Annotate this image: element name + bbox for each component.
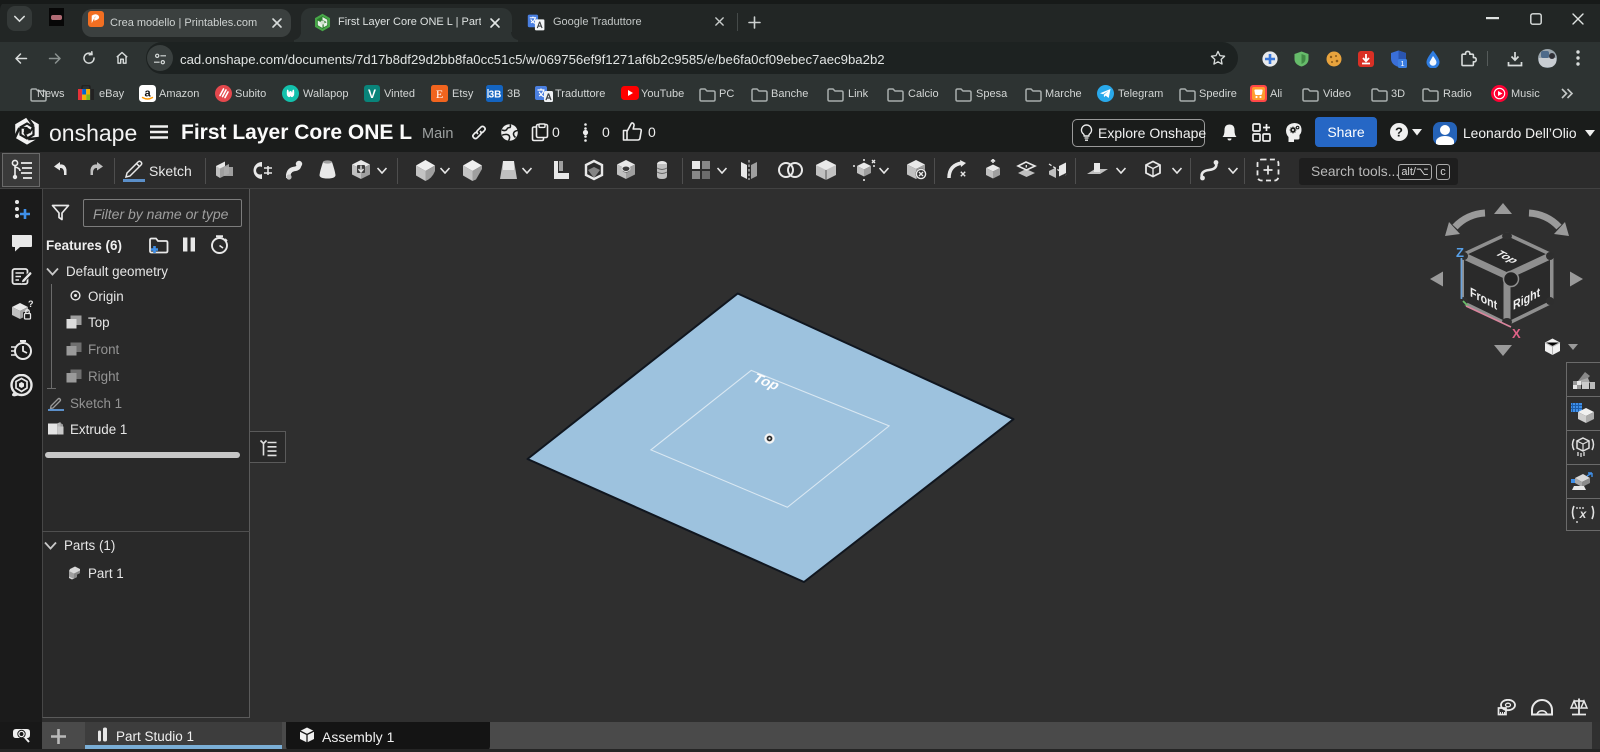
svg-text:X: X bbox=[1512, 326, 1521, 341]
svg-text:x: x bbox=[1579, 507, 1588, 521]
svg-text:Z: Z bbox=[1456, 245, 1464, 260]
